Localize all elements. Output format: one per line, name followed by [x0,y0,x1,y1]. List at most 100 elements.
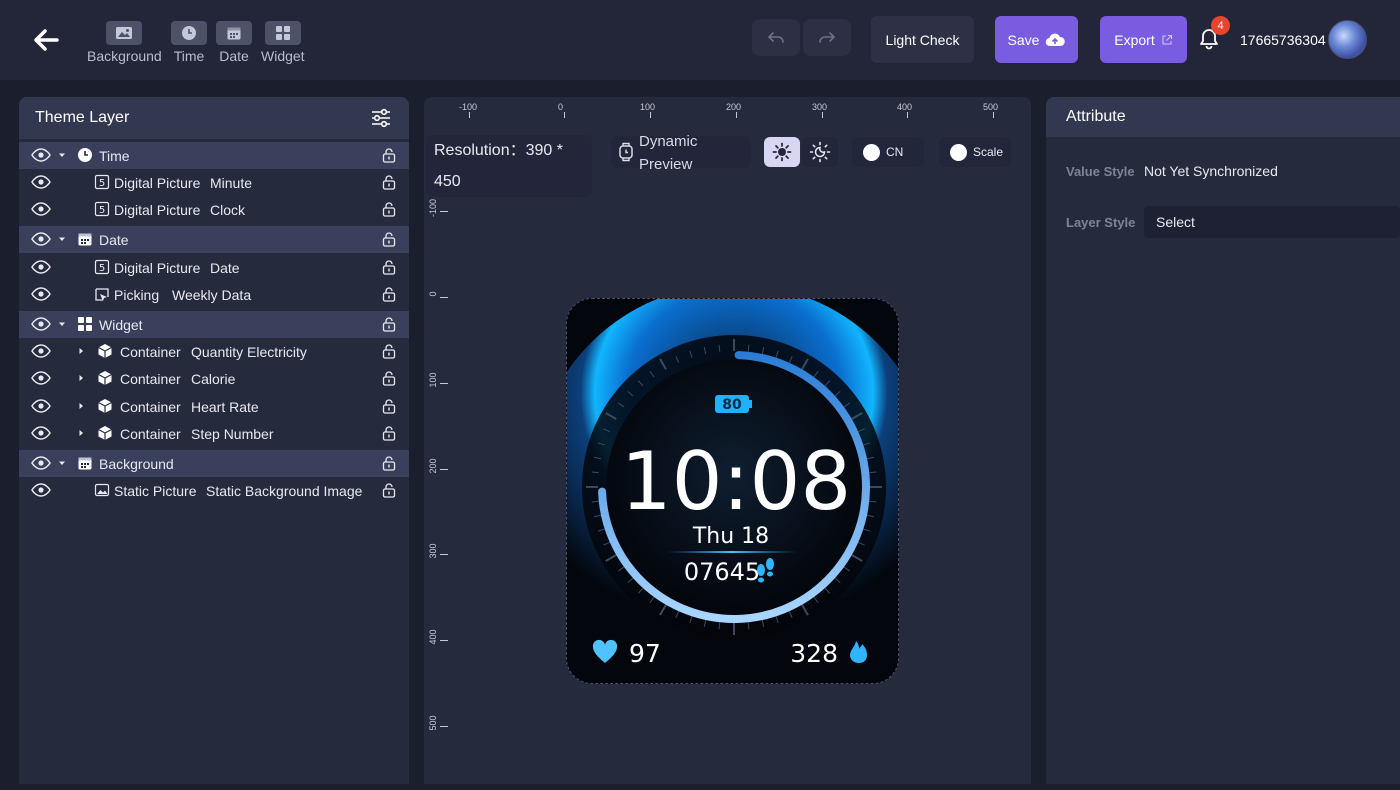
scale-toggle-label: Scale [973,145,1004,159]
caret-right-icon[interactable] [76,346,86,356]
lock-open-icon[interactable] [381,147,397,163]
watch-face-graphic: 80 10:08 Thu 18 07645 97 328 [567,299,898,683]
eye-icon[interactable] [31,232,51,246]
eye-icon[interactable] [31,426,51,440]
eye-icon[interactable] [31,483,51,497]
eye-icon[interactable] [31,456,51,470]
lock-open-icon[interactable] [381,286,397,302]
layer-row[interactable]: Container Step Number [19,420,409,447]
ruler-tick [440,726,448,727]
top-bar: Background Time Date Widget Light Check … [0,0,1400,80]
avatar[interactable] [1328,20,1367,59]
eye-icon[interactable] [31,399,51,413]
lock-open-icon[interactable] [381,343,397,359]
layer-row[interactable]: 5 Digital Picture Date [19,254,409,281]
caret-right-icon[interactable] [76,428,86,438]
undo-button[interactable] [752,19,800,56]
caret-right-icon[interactable] [76,401,86,411]
caret-down-icon[interactable] [57,319,67,329]
layer-row[interactable]: Container Calorie [19,365,409,392]
lock-open-icon[interactable] [381,231,397,247]
light-mode-button[interactable] [764,137,800,167]
caret-right-icon[interactable] [76,373,86,383]
layer-group-row[interactable]: Time [19,142,409,169]
lock-open-icon[interactable] [381,174,397,190]
filter-sliders-icon[interactable] [369,106,393,130]
layer-row[interactable]: 5 Digital Picture Clock [19,196,409,223]
layer-name: Clock [210,201,246,218]
tool-time[interactable]: Time [171,21,207,64]
grid-icon [78,317,92,331]
dark-mode-button[interactable] [802,137,838,167]
design-canvas[interactable]: -100 0 100 200 300 400 500 -100 0 100 200 300 400 50… [424,97,1031,784]
eye-icon[interactable] [31,260,51,274]
eye-icon[interactable] [31,371,51,385]
eye-icon[interactable] [31,202,51,216]
watch-date: Thu 18 [692,524,769,549]
dynamic-preview-button[interactable]: Dynamic Preview [611,133,751,173]
eye-icon[interactable] [31,148,51,162]
layer-name: Heart Rate [191,398,259,415]
lock-open-icon[interactable] [381,201,397,217]
layer-row[interactable]: Container Quantity Electricity [19,338,409,365]
layer-row[interactable]: Container Heart Rate [19,393,409,420]
ruler-tick [736,112,737,118]
back-arrow-icon[interactable] [30,24,62,56]
attribute-header: Attribute [1046,97,1400,137]
theme-layer-header: Theme Layer [19,97,409,139]
save-label: Save [1007,31,1040,48]
eye-icon[interactable] [31,317,51,331]
cube-icon [98,399,112,413]
resolution-line-2: 450 [434,173,461,190]
eye-icon[interactable] [31,344,51,358]
ruler-y-label: 400 [428,629,438,645]
lock-open-icon[interactable] [381,316,397,332]
caret-down-icon[interactable] [57,234,67,244]
layer-row[interactable]: Picking Weekly Data [19,281,409,308]
ruler-tick [440,554,448,555]
tool-date[interactable]: Date [216,21,252,64]
layer-group-row[interactable]: Widget [19,311,409,338]
layer-row[interactable]: 5 Digital Picture Minute [19,169,409,196]
watch-face-preview[interactable]: 80 10:08 Thu 18 07645 97 328 [566,298,899,684]
lock-open-icon[interactable] [381,455,397,471]
clock-icon [78,148,92,162]
redo-button[interactable] [803,19,851,56]
ruler-tick [650,112,651,118]
caret-down-icon[interactable] [57,458,67,468]
caret-down-icon[interactable] [57,150,67,160]
export-button[interactable]: Export [1100,16,1187,63]
moon-sun-icon [809,141,831,163]
eye-icon[interactable] [31,287,51,301]
account-number[interactable]: 17665736304 [1240,32,1326,48]
digit-icon: 5 [94,259,110,275]
lock-open-icon[interactable] [381,425,397,441]
ruler-y-label: 0 [428,291,438,297]
attribute-panel: Attribute Value Style Not Yet Synchroniz… [1046,97,1400,784]
lock-open-icon[interactable] [381,398,397,414]
lock-open-icon[interactable] [381,482,397,498]
layer-group-row[interactable]: Background [19,450,409,477]
layer-group-row[interactable]: Date [19,226,409,253]
cn-toggle[interactable]: CN [852,137,924,167]
scale-toggle[interactable]: Scale [939,137,1011,167]
battery-level: 80 [722,397,742,413]
layer-type: Container [120,398,181,415]
lock-open-icon[interactable] [381,259,397,275]
layer-style-select[interactable]: Select [1144,206,1400,238]
layer-name: Step Number [191,425,274,442]
layer-type: Picking [114,286,160,303]
tool-background[interactable]: Background [87,21,162,64]
layer-row[interactable]: Static Picture Static Background Image [19,477,409,504]
layer-type: Container [120,343,181,360]
lock-open-icon[interactable] [381,370,397,386]
cube-icon [98,426,112,440]
cube-icon [98,344,112,358]
save-button[interactable]: Save [995,16,1078,63]
dynamic-preview-line-1: Dynamic [639,133,698,150]
layer-type: Container [120,425,181,442]
light-check-button[interactable]: Light Check [871,16,974,63]
tool-widget[interactable]: Widget [261,21,305,64]
ruler-y-label: 200 [428,458,438,474]
eye-icon[interactable] [31,175,51,189]
